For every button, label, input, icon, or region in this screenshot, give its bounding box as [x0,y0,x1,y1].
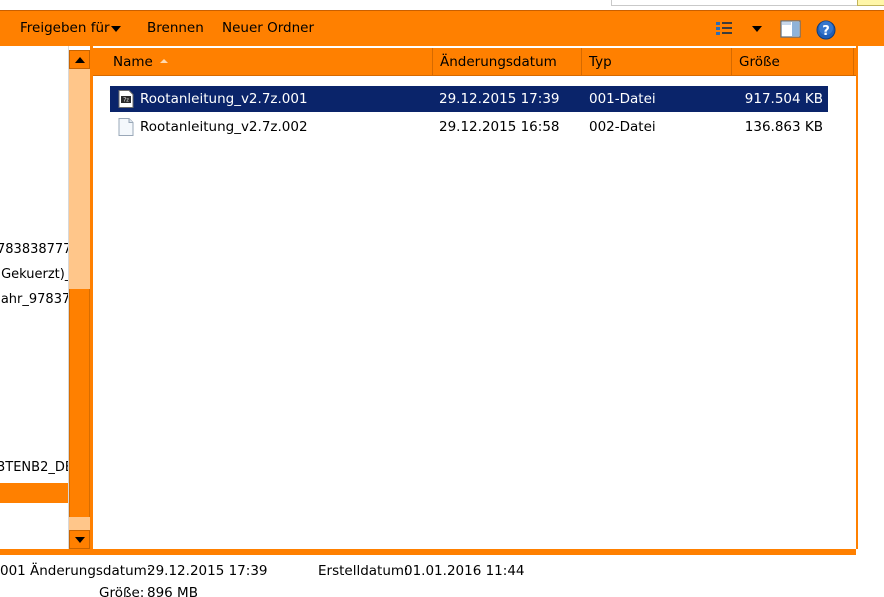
address-bar-edge [611,0,857,6]
column-header-size[interactable]: Größe [732,48,854,76]
help-icon[interactable]: ? [816,20,836,40]
tree-item[interactable]: (Gekuerzt)_ [0,267,68,282]
file-type: 002-Datei [589,119,656,135]
svg-text:7z: 7z [123,98,129,104]
window-right-edge [856,46,884,549]
svg-text:?: ? [822,24,830,39]
search-box-edge [857,0,884,6]
column-header-row: Name Änderungsdatum Typ Größe [93,48,856,76]
navigation-pane: 783838777 (Gekuerzt)_ Jahr_97837 3TENB2_… [0,46,68,549]
scroll-track[interactable] [69,517,90,530]
file-name: Rootanleitung_v2.7z.002 [140,119,308,135]
blank-file-icon [118,118,134,136]
file-modified: 29.12.2015 17:39 [439,91,560,107]
tree-item-label: (Gekuerzt)_ [0,267,68,282]
scroll-down-arrow-icon [75,537,85,543]
scroll-up-button[interactable] [69,50,90,69]
scroll-track[interactable] [69,69,90,289]
tree-item[interactable]: 3TENB2_DB [0,460,68,475]
details-file-name: 001 [0,563,26,579]
share-dropdown-icon[interactable] [111,26,121,32]
details-created-label: Erstelldatum: [318,563,409,579]
burn-button-label: Brennen [147,20,204,36]
details-size-label: Größe: [99,585,145,597]
window-top-strip [0,0,884,10]
scroll-down-button[interactable] [69,530,90,549]
tree-item-selected[interactable] [0,483,68,503]
navigation-scrollbar[interactable] [68,46,90,549]
sort-ascending-icon [159,59,168,63]
column-header-type[interactable]: Typ [582,48,732,76]
tree-item-label: Jahr_97837 [0,292,68,307]
view-dropdown-icon[interactable] [752,26,762,32]
details-pane: 001 Änderungsdatum: 29.12.2015 17:39 Ers… [0,555,884,597]
column-header-modified[interactable]: Änderungsdatum [433,48,582,76]
new-folder-button-label: Neuer Ordner [222,20,315,36]
scroll-thumb[interactable] [69,289,90,517]
share-button-label: Freigeben für [20,20,110,36]
details-size-value: 896 MB [147,585,198,597]
tree-item-label: 3TENB2_DB [0,460,68,475]
new-folder-button[interactable]: Neuer Ordner [222,11,314,46]
details-modified-label: Änderungsdatum: [30,563,152,579]
file-row[interactable]: 7z Rootanleitung_v2.7z.001 29.12.2015 17… [110,86,828,112]
command-bar: Freigeben für Brennen Neuer Ordner ? [0,10,884,46]
tree-item[interactable]: Jahr_97837 [0,292,68,307]
tree-item-label: 783838777 [0,242,68,257]
preview-pane-icon[interactable] [780,20,802,38]
file-size: 136.863 KB [744,119,823,135]
column-header-type-label: Typ [589,54,612,70]
scroll-up-arrow-icon [75,57,85,63]
details-modified-value: 29.12.2015 17:39 [147,563,268,579]
file-size: 917.504 KB [744,91,823,107]
share-button[interactable]: Freigeben für [20,11,110,46]
tree-item[interactable]: 783838777 [0,242,68,257]
column-header-name[interactable]: Name [106,48,433,76]
details-created-value: 01.01.2016 11:44 [404,563,525,579]
file-list: Name Änderungsdatum Typ Größe 7z Rootanl… [93,46,856,549]
file-modified: 29.12.2015 16:58 [439,119,560,135]
column-header-size-label: Größe [739,54,780,70]
7z-archive-icon: 7z [118,90,134,108]
view-options-icon[interactable] [715,20,737,38]
column-header-modified-label: Änderungsdatum [440,54,557,70]
burn-button[interactable]: Brennen [147,11,204,46]
file-row[interactable]: Rootanleitung_v2.7z.002 29.12.2015 16:58… [110,114,828,140]
file-type: 001-Datei [589,91,656,107]
column-header-name-label: Name [113,54,153,70]
file-name: Rootanleitung_v2.7z.001 [140,91,308,107]
